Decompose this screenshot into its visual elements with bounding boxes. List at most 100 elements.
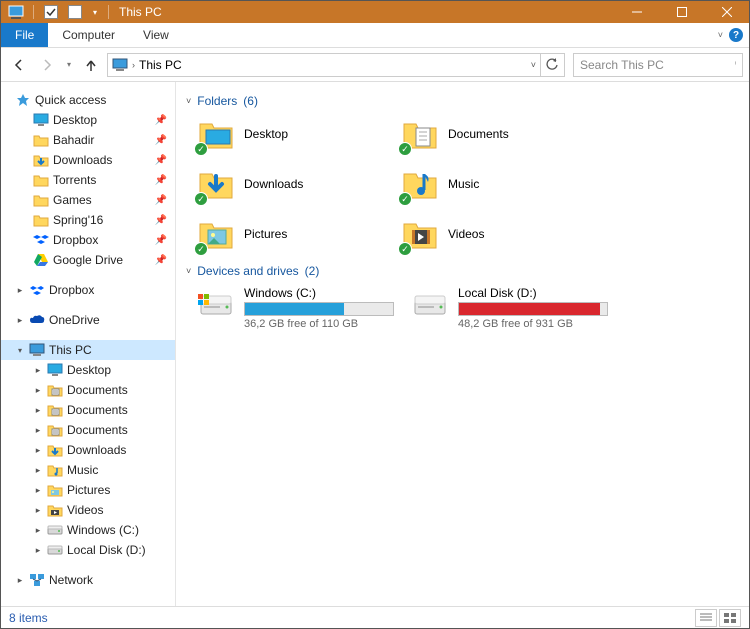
chevron-right-icon[interactable]: ▸ bbox=[33, 505, 43, 516]
drive-item[interactable]: Windows (C:) 36,2 GB free of 110 GB bbox=[198, 286, 408, 330]
chevron-right-icon[interactable]: ▸ bbox=[33, 405, 43, 416]
music-icon bbox=[47, 462, 63, 478]
tree-item[interactable]: ▸ Pictures bbox=[1, 480, 175, 500]
tree-network[interactable]: ▸ Network bbox=[1, 570, 175, 590]
chevron-right-icon[interactable]: ▸ bbox=[15, 575, 25, 586]
chevron-right-icon[interactable]: ▸ bbox=[33, 365, 43, 376]
address-location[interactable]: This PC bbox=[139, 58, 182, 72]
address-bar[interactable]: › This PC ˅ bbox=[107, 53, 541, 77]
tree-item[interactable]: ▸ Desktop bbox=[1, 360, 175, 380]
tree-item[interactable]: ▸ Documents bbox=[1, 420, 175, 440]
disk-icon bbox=[198, 286, 234, 322]
chevron-down-icon[interactable]: ˅ bbox=[186, 96, 191, 106]
folder-item[interactable]: ✓ Videos bbox=[402, 216, 602, 252]
chevron-right-icon[interactable]: ▸ bbox=[33, 525, 43, 536]
qat-checkbox-icon[interactable] bbox=[40, 2, 62, 22]
nav-up-button[interactable] bbox=[79, 53, 103, 77]
tree-item[interactable]: ▸ Downloads bbox=[1, 440, 175, 460]
folder-item[interactable]: ✓ Downloads bbox=[198, 166, 398, 202]
qat-item-icon[interactable] bbox=[64, 2, 86, 22]
tree-item[interactable]: Spring'16 📌 bbox=[1, 210, 175, 230]
chevron-right-icon[interactable]: ▸ bbox=[15, 315, 25, 326]
tree-item[interactable]: ▸ Videos bbox=[1, 500, 175, 520]
drive-item[interactable]: Local Disk (D:) 48,2 GB free of 931 GB bbox=[412, 286, 622, 330]
documents-icon bbox=[47, 402, 63, 418]
tab-view[interactable]: View bbox=[129, 23, 183, 47]
chevron-right-icon[interactable]: ▸ bbox=[33, 545, 43, 556]
qat-dropdown-icon[interactable]: ▾ bbox=[88, 2, 102, 22]
folder-icon bbox=[33, 172, 49, 188]
search-box[interactable] bbox=[573, 53, 743, 77]
explorer-window: ▾ This PC File Computer View ˅ ? ▾ › Thi… bbox=[0, 0, 750, 629]
network-icon bbox=[29, 572, 45, 588]
tree-item[interactable]: ▸ Music bbox=[1, 460, 175, 480]
tree-item[interactable]: Desktop 📌 bbox=[1, 110, 175, 130]
tree-item[interactable]: ▸ Documents bbox=[1, 400, 175, 420]
disk-icon bbox=[412, 286, 448, 322]
pictures-icon: ✓ bbox=[198, 216, 234, 252]
tree-item[interactable]: ▸ Windows (C:) bbox=[1, 520, 175, 540]
pin-icon: 📌 bbox=[155, 195, 167, 206]
star-icon bbox=[15, 92, 31, 108]
nav-back-button[interactable] bbox=[7, 53, 31, 77]
minimize-button[interactable] bbox=[614, 1, 659, 23]
chevron-right-icon[interactable]: ▸ bbox=[33, 425, 43, 436]
tree-item[interactable]: ▸ Documents bbox=[1, 380, 175, 400]
documents-icon bbox=[47, 382, 63, 398]
group-header-folders[interactable]: ˅ Folders (6) bbox=[186, 94, 739, 108]
tree-item[interactable]: Bahadir 📌 bbox=[1, 130, 175, 150]
drive-name: Windows (C:) bbox=[244, 286, 394, 300]
folder-item[interactable]: ✓ Documents bbox=[402, 116, 602, 152]
videos-icon: ✓ bbox=[402, 216, 438, 252]
folder-item[interactable]: ✓ Desktop bbox=[198, 116, 398, 152]
sync-badge-icon: ✓ bbox=[194, 142, 208, 156]
search-input[interactable] bbox=[580, 58, 735, 72]
group-header-drives[interactable]: ˅ Devices and drives (2) bbox=[186, 264, 739, 278]
help-icon[interactable]: ? bbox=[729, 28, 743, 42]
downloads-icon: ✓ bbox=[198, 166, 234, 202]
tree-item[interactable]: Dropbox 📌 bbox=[1, 230, 175, 250]
tree-item[interactable]: Google Drive 📌 bbox=[1, 250, 175, 270]
tab-computer[interactable]: Computer bbox=[48, 23, 129, 47]
tree-this-pc[interactable]: ▾ This PC bbox=[1, 340, 175, 360]
chevron-down-icon[interactable]: ˅ bbox=[186, 266, 191, 276]
drive-usage-bar bbox=[244, 302, 394, 316]
tree-item[interactable]: Games 📌 bbox=[1, 190, 175, 210]
sync-badge-icon: ✓ bbox=[194, 242, 208, 256]
pin-icon: 📌 bbox=[155, 215, 167, 226]
tree-item[interactable]: ▸ Local Disk (D:) bbox=[1, 540, 175, 560]
tab-file[interactable]: File bbox=[1, 23, 48, 47]
view-details-button[interactable] bbox=[695, 609, 717, 627]
address-dropdown-icon[interactable]: ˅ bbox=[531, 60, 536, 70]
view-icons-button[interactable] bbox=[719, 609, 741, 627]
folder-item[interactable]: ✓ Pictures bbox=[198, 216, 398, 252]
maximize-button[interactable] bbox=[659, 1, 704, 23]
chevron-down-icon[interactable]: ▾ bbox=[15, 346, 25, 355]
folder-icon bbox=[33, 132, 49, 148]
app-icon[interactable] bbox=[5, 2, 27, 22]
documents-icon bbox=[47, 422, 63, 438]
chevron-right-icon[interactable]: ▸ bbox=[15, 285, 25, 296]
dropbox-icon bbox=[29, 282, 45, 298]
chevron-right-icon[interactable]: ▸ bbox=[33, 465, 43, 476]
tree-item[interactable]: Torrents 📌 bbox=[1, 170, 175, 190]
tree-onedrive[interactable]: ▸ OneDrive bbox=[1, 310, 175, 330]
chevron-right-icon[interactable]: ▸ bbox=[33, 385, 43, 396]
tree-item[interactable]: Downloads 📌 bbox=[1, 150, 175, 170]
nav-recent-dropdown[interactable]: ▾ bbox=[63, 53, 75, 77]
pin-icon: 📌 bbox=[155, 155, 167, 166]
chevron-right-icon[interactable]: ▸ bbox=[33, 485, 43, 496]
tree-dropbox[interactable]: ▸ Dropbox bbox=[1, 280, 175, 300]
ribbon-collapse-icon[interactable]: ˅ bbox=[718, 30, 723, 40]
desktop-icon: ✓ bbox=[198, 116, 234, 152]
chevron-right-icon[interactable]: › bbox=[132, 60, 135, 70]
sync-badge-icon: ✓ bbox=[398, 242, 412, 256]
refresh-button[interactable] bbox=[541, 53, 565, 77]
tree-quick-access[interactable]: Quick access bbox=[1, 90, 175, 110]
sync-badge-icon: ✓ bbox=[398, 192, 412, 206]
window-title: This PC bbox=[119, 5, 162, 19]
close-button[interactable] bbox=[704, 1, 749, 23]
nav-forward-button[interactable] bbox=[35, 53, 59, 77]
folder-item[interactable]: ✓ Music bbox=[402, 166, 602, 202]
chevron-right-icon[interactable]: ▸ bbox=[33, 445, 43, 456]
